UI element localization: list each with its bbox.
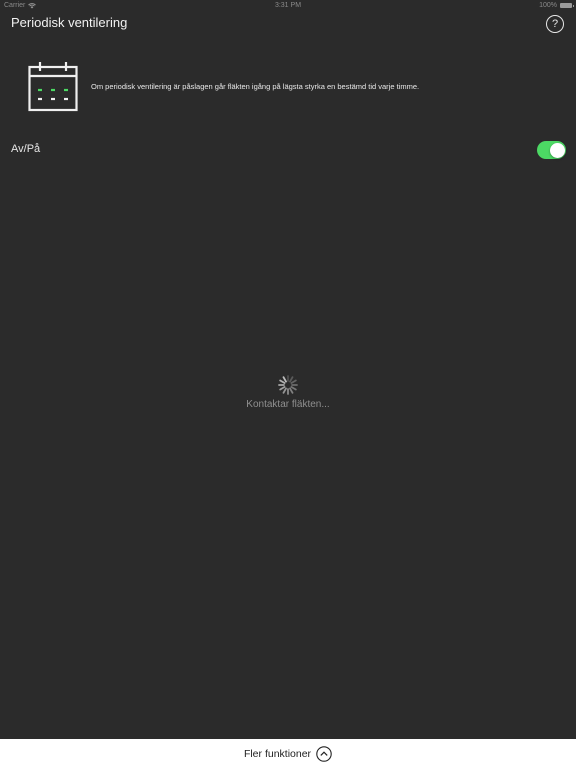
- status-right: 100%: [539, 2, 574, 9]
- spinner-spoke: [282, 387, 287, 394]
- battery-icon: [560, 3, 574, 8]
- toggle-label: Av/På: [11, 143, 41, 155]
- info-description: Om periodisk ventilering är påslagen går…: [91, 82, 420, 91]
- spinner-spoke: [289, 387, 294, 394]
- battery-percentage: 100%: [539, 2, 557, 9]
- help-button[interactable]: ?: [546, 15, 564, 33]
- spinner-spoke: [279, 386, 286, 391]
- spinner-spoke: [290, 379, 297, 384]
- spinner-spoke: [282, 376, 287, 383]
- loading-spinner-icon: [278, 375, 298, 395]
- status-bar: Carrier 3:31 PM 100%: [0, 0, 576, 12]
- spinner-spoke: [289, 376, 294, 383]
- app-screen: Carrier 3:31 PM 100% Periodisk ventileri…: [0, 0, 576, 768]
- status-time: 3:31 PM: [274, 2, 302, 9]
- chevron-up-icon: [316, 745, 332, 762]
- spinner-spoke: [279, 379, 286, 384]
- toggle-knob: [549, 142, 565, 158]
- on-off-toggle[interactable]: [537, 141, 566, 159]
- spinner-spoke: [290, 386, 297, 391]
- calendar-icon: [28, 62, 78, 112]
- more-functions-button[interactable]: Fler funktioner: [0, 739, 576, 768]
- footer-label: Fler funktioner: [243, 747, 312, 760]
- loading-text: Kontaktar fläkten...: [246, 399, 330, 410]
- page-title: Periodisk ventilering: [11, 15, 128, 30]
